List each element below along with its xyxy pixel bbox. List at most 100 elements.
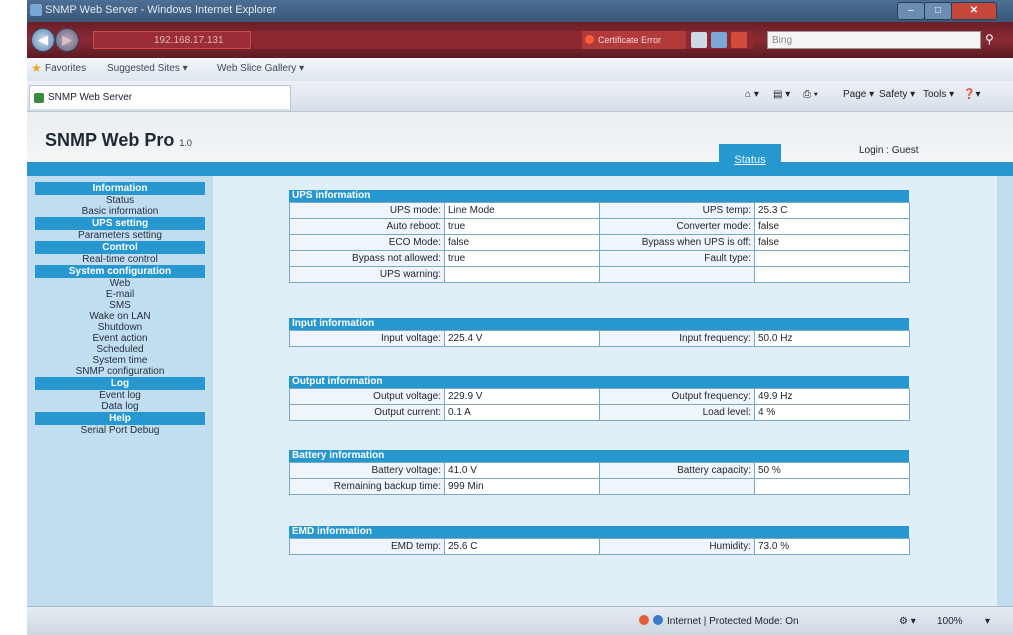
sidebar-item-data-log[interactable]: Data log [27, 401, 213, 412]
battery-information-section: Battery information Battery voltage: 41.… [289, 450, 910, 495]
brand-name: SNMP Web Pro [45, 130, 175, 150]
search-input[interactable]: Bing [767, 31, 981, 49]
home-icon[interactable]: ⌂ ▾ [745, 89, 759, 100]
shield-warning-icon [585, 35, 594, 44]
table-row: Output current: 0.1 A Load level: 4 % [289, 404, 910, 421]
forward-button[interactable]: ▶ [55, 28, 79, 52]
protected-mode-icon[interactable]: ⚙ ▾ [899, 616, 916, 627]
battery-voltage-value: 41.0 V [444, 462, 600, 479]
battery-voltage-label: Battery voltage: [289, 462, 445, 479]
address-bar[interactable]: 192.168.17.131 [93, 31, 251, 49]
output-frequency-label: Output frequency: [599, 388, 755, 405]
output-current-value: 0.1 A [444, 404, 600, 421]
sidebar-item-snmp-configuration[interactable]: SNMP configuration [27, 366, 213, 377]
bypass-not-allowed-label: Bypass not allowed: [289, 250, 445, 267]
browser-window: SNMP Web Server - Windows Internet Explo… [27, 0, 1013, 635]
main-panel: UPS information UPS mode: Line Mode UPS … [213, 176, 997, 606]
brand-title: SNMP Web Pro 1.0 [45, 130, 192, 151]
sidebar-nav: Information Status Basic information UPS… [27, 176, 213, 606]
sidebar-item-event-log[interactable]: Event log [27, 390, 213, 401]
sidebar-item-basic-information[interactable]: Basic information [27, 206, 213, 217]
favorites-button[interactable]: Favorites [45, 63, 86, 74]
sidebar-item-sms[interactable]: SMS [27, 300, 213, 311]
fault-type-label: Fault type: [599, 250, 755, 267]
load-level-value: 4 % [754, 404, 910, 421]
converter-mode-label: Converter mode: [599, 218, 755, 235]
browser-status-bar: Internet | Protected Mode: On ⚙ ▾ 100% ▾ [27, 606, 1013, 635]
table-row: Remaining backup time: 999 Min [289, 478, 910, 495]
tab-snmp-web-server[interactable]: SNMP Web Server [29, 85, 291, 109]
table-row: UPS mode: Line Mode UPS temp: 25.3 C [289, 202, 910, 219]
sidebar-item-parameters-setting[interactable]: Parameters setting [27, 230, 213, 241]
table-row: Input voltage: 225.4 V Input frequency: … [289, 330, 910, 347]
maximize-button[interactable]: □ [924, 2, 952, 20]
ups-information-section: UPS information UPS mode: Line Mode UPS … [289, 190, 910, 283]
address-row: ◀ ▶ 192.168.17.131 Certificate Error Bin… [27, 22, 1013, 58]
sidebar-item-web[interactable]: Web [27, 278, 213, 289]
sidebar-item-status[interactable]: Status [27, 195, 213, 206]
humidity-value: 73.0 % [754, 538, 910, 555]
input-information-section: Input information Input voltage: 225.4 V… [289, 318, 910, 347]
close-button[interactable]: ✕ [951, 2, 997, 20]
zoom-level[interactable]: 100% [937, 616, 963, 627]
bypass-when-off-label: Bypass when UPS is off: [599, 234, 755, 251]
auto-reboot-value: true [444, 218, 600, 235]
certificate-error-label: Certificate Error [598, 35, 662, 45]
ups-temp-label: UPS temp: [599, 202, 755, 219]
window-title-bar: SNMP Web Server - Windows Internet Explo… [27, 0, 1013, 22]
page-favicon-icon [34, 93, 44, 103]
section-title: UPS information [289, 190, 909, 202]
emd-temp-value: 25.6 C [444, 538, 600, 555]
sidebar-header-system-configuration: System configuration [35, 265, 205, 278]
security-zone-label[interactable]: Internet | Protected Mode: On [667, 616, 799, 627]
login-status[interactable]: Login : Guest [859, 145, 918, 156]
window-title: SNMP Web Server - Windows Internet Explo… [45, 4, 277, 16]
empty-cell [754, 478, 910, 495]
back-button[interactable]: ◀ [31, 28, 55, 52]
humidity-label: Humidity: [599, 538, 755, 555]
minimize-button[interactable]: – [897, 2, 925, 20]
eco-mode-label: ECO Mode: [289, 234, 445, 251]
favorites-item-web-slice-gallery[interactable]: Web Slice Gallery ▾ [217, 63, 304, 74]
sidebar-item-real-time-control[interactable]: Real-time control [27, 254, 213, 265]
sidebar-item-event-action[interactable]: Event action [27, 333, 213, 344]
load-level-label: Load level: [599, 404, 755, 421]
popup-blocked-icon[interactable] [639, 615, 649, 625]
certificate-error-badge[interactable]: Certificate Error [582, 31, 686, 49]
tools-menu[interactable]: Tools ▾ [923, 89, 954, 100]
battery-capacity-label: Battery capacity: [599, 462, 755, 479]
zoom-dropdown-icon[interactable]: ▾ [985, 616, 990, 627]
help-icon[interactable]: ❓▾ [963, 89, 980, 100]
ups-mode-value: Line Mode [444, 202, 600, 219]
stop-icon[interactable] [731, 32, 747, 48]
remaining-backup-time-label: Remaining backup time: [289, 478, 445, 495]
print-icon[interactable]: ⎙ ▾ [803, 89, 818, 100]
favorites-star-icon[interactable]: ★ [31, 61, 42, 75]
sidebar-item-email[interactable]: E-mail [27, 289, 213, 300]
sidebar-item-serial-port-debug[interactable]: Serial Port Debug [27, 425, 213, 436]
page-menu[interactable]: Page ▾ [843, 89, 874, 100]
sidebar-header-control: Control [35, 241, 205, 254]
eco-mode-value: false [444, 234, 600, 251]
bypass-when-off-value: false [754, 234, 910, 251]
output-information-section: Output information Output voltage: 229.9… [289, 376, 910, 421]
feeds-icon[interactable]: ▤ ▾ [773, 89, 790, 100]
sidebar-item-scheduled[interactable]: Scheduled [27, 344, 213, 355]
sidebar-item-wake-on-lan[interactable]: Wake on LAN [27, 311, 213, 322]
sidebar-item-shutdown[interactable]: Shutdown [27, 322, 213, 333]
sidebar-header-help: Help [35, 412, 205, 425]
emd-temp-label: EMD temp: [289, 538, 445, 555]
output-voltage-label: Output voltage: [289, 388, 445, 405]
right-margin [997, 176, 1013, 606]
section-title: EMD information [289, 526, 909, 538]
safety-menu[interactable]: Safety ▾ [879, 89, 915, 100]
tab-status[interactable]: Status [719, 144, 781, 176]
table-row: Output voltage: 229.9 V Output frequency… [289, 388, 910, 405]
compatibility-view-icon[interactable] [691, 32, 707, 48]
sidebar-header-ups-setting: UPS setting [35, 217, 205, 230]
favorites-item-suggested-sites[interactable]: Suggested Sites ▾ [107, 63, 188, 74]
refresh-icon[interactable] [711, 32, 727, 48]
search-icon[interactable]: ⚲ [985, 32, 994, 46]
sidebar-item-system-time[interactable]: System time [27, 355, 213, 366]
internet-globe-icon [653, 615, 663, 625]
